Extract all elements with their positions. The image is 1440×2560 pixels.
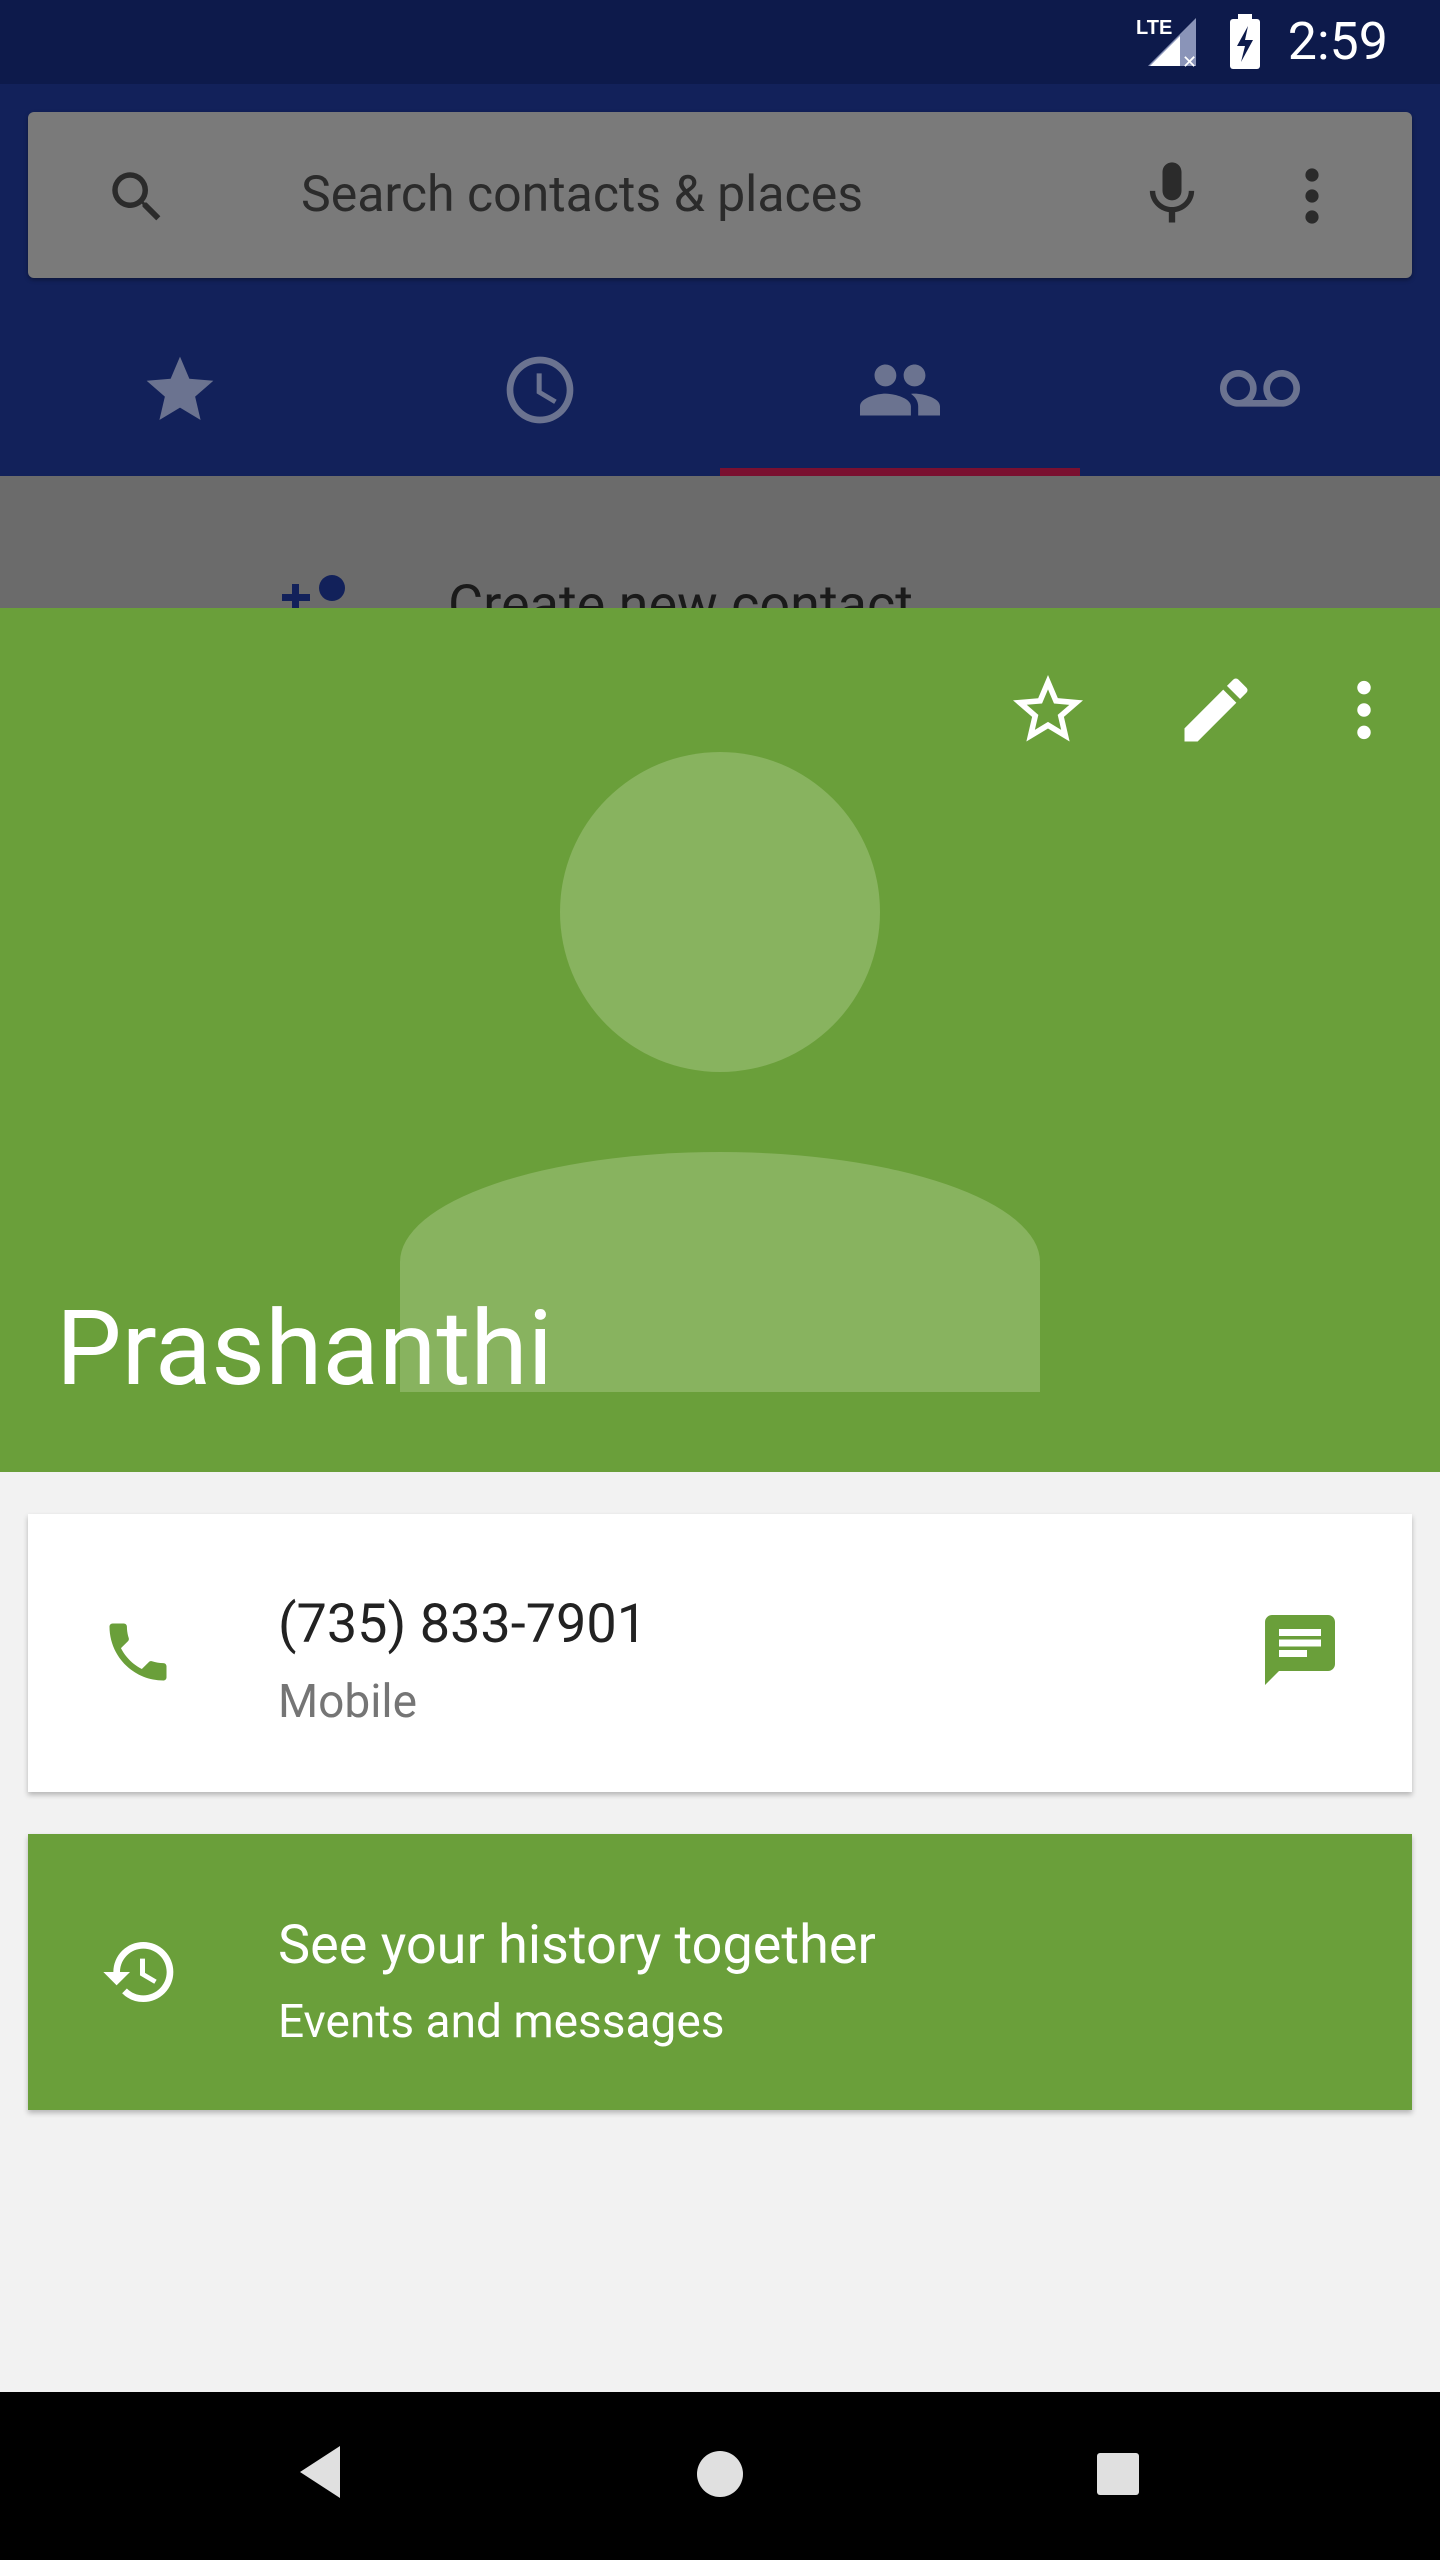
message-icon[interactable]	[1258, 1608, 1342, 1696]
more-options-icon[interactable]	[1336, 670, 1392, 754]
phone-type-label: Mobile	[278, 1675, 417, 1729]
tab-contacts[interactable]	[720, 300, 1080, 476]
status-bar: LTE ✕ 2:59	[0, 0, 1440, 84]
history-card[interactable]: See your history together Events and mes…	[28, 1834, 1412, 2110]
phone-number[interactable]: (735) 833-7901	[278, 1592, 647, 1658]
tab-indicator	[720, 468, 1080, 476]
back-icon[interactable]	[296, 2442, 346, 2506]
tab-speed-dial[interactable]	[0, 300, 360, 476]
voicemail-icon	[1216, 350, 1304, 434]
tab-recents[interactable]	[360, 300, 720, 476]
history-title: See your history together	[278, 1914, 876, 1977]
lte-signal-icon: LTE ✕	[1134, 14, 1204, 74]
search-bar[interactable]: Search contacts & places	[28, 112, 1412, 278]
people-icon	[856, 350, 944, 434]
home-icon[interactable]	[696, 2450, 744, 2502]
search-input[interactable]: Search contacts & places	[301, 162, 863, 228]
clock-icon	[500, 350, 580, 434]
recents-icon[interactable]	[1096, 2452, 1140, 2500]
dialer-tabs	[0, 300, 1440, 476]
star-icon	[140, 350, 220, 434]
navigation-bar	[0, 2392, 1440, 2560]
edit-pencil-icon[interactable]	[1174, 668, 1258, 756]
microphone-icon[interactable]	[1134, 156, 1210, 232]
phone-number-card[interactable]: (735) 833-7901 Mobile	[28, 1514, 1412, 1792]
phone-icon[interactable]	[100, 1614, 176, 1694]
contact-name: Prashanthi	[56, 1289, 553, 1410]
more-vert-icon[interactable]	[1282, 160, 1342, 232]
history-icon	[100, 1932, 180, 2016]
battery-charging-icon	[1228, 14, 1262, 74]
history-subtitle: Events and messages	[278, 1995, 725, 2049]
tab-voicemail[interactable]	[1080, 300, 1440, 476]
status-time: 2:59	[1287, 11, 1388, 72]
svg-text:✕: ✕	[1182, 52, 1197, 70]
star-outline-icon[interactable]	[1006, 668, 1090, 756]
search-icon[interactable]	[104, 164, 170, 230]
avatar-placeholder-head	[560, 752, 880, 1072]
svg-text:LTE: LTE	[1136, 17, 1172, 39]
create-contact-row[interactable]: Create new contact	[0, 476, 1440, 636]
